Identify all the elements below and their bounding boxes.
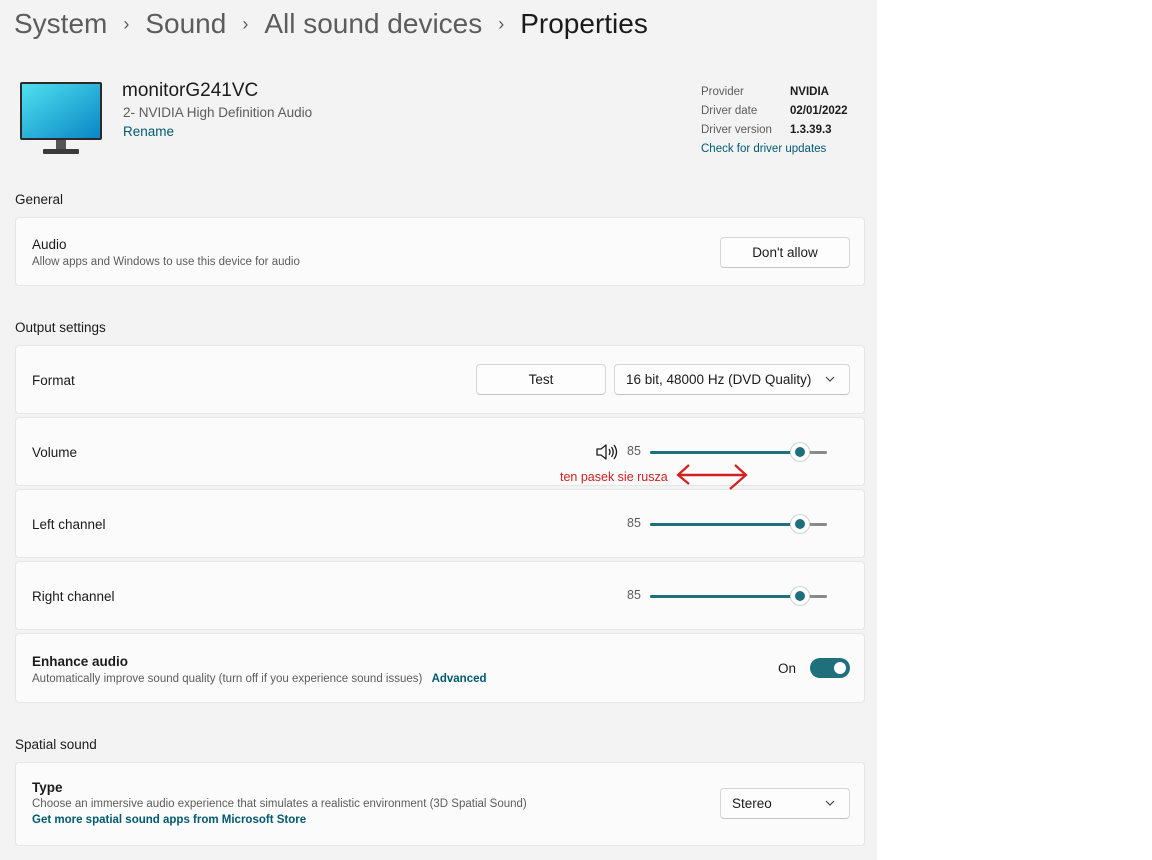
left-channel-label: Left channel: [32, 517, 106, 532]
driver-date-label: Driver date: [701, 104, 758, 117]
slider-fill: [650, 523, 801, 526]
breadcrumb: System › Sound › All sound devices › Pro…: [14, 4, 648, 44]
test-button[interactable]: Test: [476, 364, 606, 395]
slider-fill: [650, 451, 801, 454]
page-title: Properties: [520, 8, 648, 39]
right-channel-card: Right channel 85: [15, 561, 865, 630]
spatial-type-card: Type Choose an immersive audio experienc…: [15, 762, 865, 846]
volume-slider[interactable]: 85: [627, 442, 827, 462]
spatial-type-value: Stereo: [732, 796, 772, 811]
slider-thumb[interactable]: [791, 515, 810, 533]
driver-info: Provider NVIDIA Driver date 02/01/2022 Dri…: [701, 82, 848, 158]
breadcrumb-separator: ›: [498, 13, 505, 34]
audio-description: Allow apps and Windows to use this devic…: [32, 256, 300, 268]
breadcrumb-separator: ›: [242, 13, 249, 34]
provider-label: Provider: [701, 85, 744, 98]
enhance-audio-description: Automatically improve sound quality (tur…: [32, 673, 487, 685]
left-channel-slider[interactable]: 85: [627, 514, 827, 534]
volume-label: Volume: [32, 445, 78, 460]
enhance-audio-toggle[interactable]: [810, 658, 850, 678]
enhance-audio-label: Enhance audio: [32, 654, 129, 669]
check-driver-updates-link[interactable]: Check for driver updates: [701, 143, 826, 155]
chevron-down-icon: [825, 800, 835, 806]
enhance-audio-card: Enhance audio Automatically improve soun…: [15, 633, 865, 703]
left-channel-card: Left channel 85: [15, 489, 865, 558]
advanced-link[interactable]: Advanced: [432, 673, 487, 685]
driver-date-value: 02/01/2022: [790, 104, 848, 117]
breadcrumb-system[interactable]: System: [14, 8, 107, 40]
spatial-type-label: Type: [32, 780, 63, 795]
monitor-icon: [20, 82, 102, 154]
rename-link[interactable]: Rename: [123, 124, 174, 139]
section-title-spatial: Spatial sound: [15, 737, 97, 752]
breadcrumb-separator: ›: [123, 13, 130, 34]
enhance-audio-state: On: [778, 661, 797, 676]
right-channel-value: 85: [627, 588, 641, 602]
driver-version-value: 1.3.39.3: [790, 123, 832, 136]
device-subtitle: 2- NVIDIA High Definition Audio: [123, 105, 313, 120]
spatial-type-description: Choose an immersive audio experience tha…: [32, 798, 527, 810]
volume-value: 85: [627, 444, 641, 458]
audio-label: Audio: [32, 237, 67, 252]
slider-fill: [650, 595, 801, 598]
format-dropdown-value: 16 bit, 48000 Hz (DVD Quality): [626, 372, 812, 387]
slider-thumb[interactable]: [791, 587, 810, 605]
breadcrumb-sound[interactable]: Sound: [145, 8, 226, 40]
format-dropdown[interactable]: 16 bit, 48000 Hz (DVD Quality): [614, 364, 850, 395]
toggle-knob: [834, 662, 846, 674]
format-label: Format: [32, 373, 75, 388]
left-channel-value: 85: [627, 516, 641, 530]
provider-value: NVIDIA: [790, 85, 829, 98]
double-arrow-icon: [676, 464, 748, 490]
chevron-down-icon: [825, 376, 835, 382]
spatial-type-dropdown[interactable]: Stereo: [720, 788, 850, 819]
dont-allow-button[interactable]: Don't allow: [720, 237, 850, 268]
breadcrumb-all-sound-devices[interactable]: All sound devices: [264, 8, 482, 40]
driver-version-label: Driver version: [701, 123, 772, 136]
right-channel-slider[interactable]: 85: [627, 586, 827, 606]
annotation-text: ten pasek sie rusza: [560, 470, 668, 484]
settings-panel: System › Sound › All sound devices › Pro…: [0, 0, 877, 860]
device-name: monitorG241VC: [122, 80, 259, 101]
microsoft-store-link[interactable]: Get more spatial sound apps from Microso…: [32, 814, 306, 826]
right-channel-label: Right channel: [32, 589, 115, 604]
section-title-general: General: [15, 192, 64, 207]
slider-thumb[interactable]: [791, 443, 810, 461]
speaker-icon[interactable]: [595, 442, 619, 462]
enhance-audio-desc-text: Automatically improve sound quality (tur…: [32, 673, 423, 685]
audio-card: Audio Allow apps and Windows to use this…: [15, 217, 865, 286]
format-card: Format Test 16 bit, 48000 Hz (DVD Qualit…: [15, 345, 865, 414]
section-title-output: Output settings: [15, 320, 106, 335]
